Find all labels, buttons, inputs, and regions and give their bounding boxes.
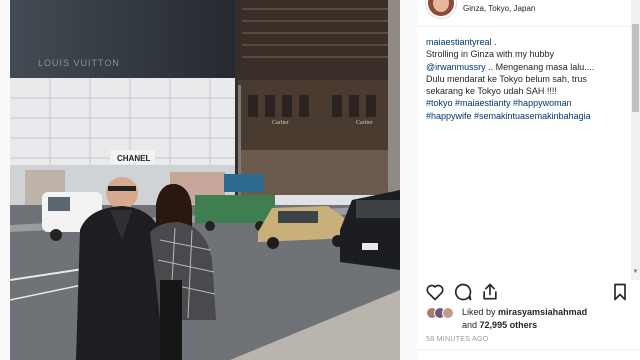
action-bar	[417, 278, 640, 308]
likes-text: Liked by mirasyamsiahahmad and 72,995 ot…	[462, 307, 588, 330]
hashtags-link[interactable]: #tokyo #maiaestianty #happywoman	[426, 98, 572, 108]
cartier-sign-right: Cartier	[356, 120, 373, 126]
caption-line: #happywife #semakintuasemakinbahagia	[426, 110, 626, 122]
avatar[interactable]	[426, 0, 456, 18]
caption-line: #tokyo #maiaestianty #happywoman	[426, 97, 626, 109]
caption-line: sekarang ke Tokyo udah SAH !!!!	[426, 86, 557, 97]
scrollbar-thumb[interactable]	[632, 24, 639, 112]
post-side-panel: Ginza, Tokyo, Japan maiaestiantyreal . S…	[417, 0, 640, 360]
caption-line: Strolling in Ginza with my hubby	[426, 49, 555, 60]
caption-line: maiaestiantyreal .	[426, 37, 497, 47]
username-link[interactable]: maiaestiantyreal	[426, 37, 492, 47]
post-header: Ginza, Tokyo, Japan	[417, 0, 640, 27]
hashtags-link[interactable]: #happywife #semakintuasemakinbahagia	[426, 111, 591, 121]
timestamp[interactable]: 58 MINUTES AGO	[426, 336, 489, 343]
caption-line: @irwanmussry .. Mengenang masa lalu....	[426, 61, 595, 72]
scroll-down-icon[interactable]: ▼	[632, 268, 639, 276]
likes-row: Liked by mirasyamsiahahmad and 72,995 ot…	[426, 305, 636, 335]
mention-link[interactable]: @irwanmussry	[426, 62, 486, 72]
liker-username-link[interactable]: mirasyamsiahahmad	[498, 307, 587, 317]
location-link[interactable]: Ginza, Tokyo, Japan	[463, 4, 535, 13]
street-scene: LOUIS VUITTON CHANEL Cartier Cartier	[10, 0, 400, 360]
share-icon[interactable]	[480, 282, 500, 302]
cartier-sign-left: Cartier	[272, 120, 289, 126]
comment-icon[interactable]	[453, 282, 473, 302]
others-link[interactable]: 72,995 others	[480, 320, 538, 330]
liker-avatar[interactable]	[442, 307, 454, 319]
lv-sign: LOUIS VUITTON	[38, 58, 120, 68]
post-photo[interactable]: LOUIS VUITTON CHANEL Cartier Cartier	[10, 0, 400, 360]
chanel-sign: CHANEL	[117, 154, 150, 163]
caption-line: Dulu mendarat ke Tokyo belum sah, trus	[426, 73, 587, 84]
bookmark-icon[interactable]	[610, 282, 630, 302]
caption: maiaestiantyreal . Strolling in Ginza wi…	[426, 36, 626, 122]
heart-icon[interactable]	[425, 282, 445, 302]
divider	[417, 349, 640, 350]
